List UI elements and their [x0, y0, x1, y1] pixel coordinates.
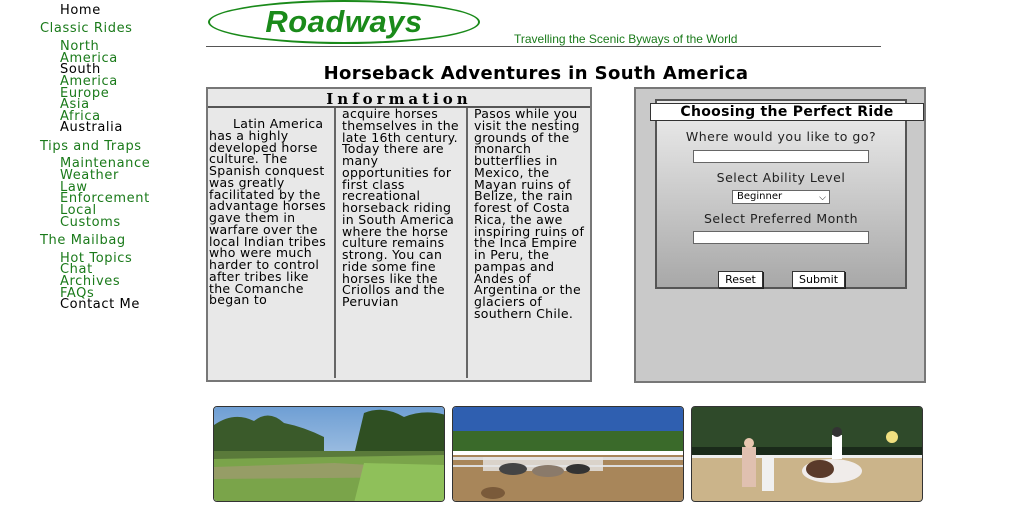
information-column-1: Latin America has a highly developed hor…	[209, 116, 327, 308]
horses-corral-photo	[452, 406, 684, 502]
nav-home[interactable]: Home	[60, 4, 101, 17]
form-title: Choosing the Perfect Ride	[650, 103, 924, 121]
where-label: Where would you like to go?	[685, 129, 877, 144]
tagline: Travelling the Scenic Byways of the Worl…	[514, 32, 738, 46]
chevron-down-icon: ⌵	[819, 193, 826, 203]
month-label: Select Preferred Month	[703, 211, 859, 226]
column-divider	[334, 108, 336, 378]
field-photo-image	[214, 407, 444, 501]
logo-text: Roadways	[265, 4, 423, 39]
page-title: Horseback Adventures in South America	[323, 63, 749, 84]
riding-arena-image	[692, 407, 922, 501]
column-divider	[466, 108, 468, 378]
nav-australia[interactable]: Australia	[60, 121, 123, 134]
nav-contact-me[interactable]: Contact Me	[60, 298, 140, 311]
month-input[interactable]	[693, 231, 869, 244]
ability-level-select[interactable]: Beginner ⌵	[732, 190, 830, 204]
information-column-2: acquire horses themselves in the late 16…	[342, 108, 459, 309]
nav-classic-rides[interactable]: Classic Rides	[40, 22, 133, 35]
nav-tips-and-traps[interactable]: Tips and Traps	[40, 140, 142, 153]
information-column-3: Pasos while you visit the nesting ground…	[474, 108, 585, 321]
riding-arena-photo	[691, 406, 923, 502]
destination-input[interactable]	[693, 150, 869, 163]
header-divider	[206, 46, 881, 47]
submit-button[interactable]: Submit	[792, 271, 845, 288]
ride-chooser-panel: Choosing the Perfect Ride Where would yo…	[634, 87, 926, 383]
roadways-logo[interactable]: Roadways	[208, 0, 480, 44]
reset-button[interactable]: Reset	[718, 271, 763, 288]
nav-the-mailbag[interactable]: The Mailbag	[40, 234, 126, 247]
ability-selected-value: Beginner	[737, 191, 783, 202]
field-photo	[213, 406, 445, 502]
nav-local-customs-line2[interactable]: Customs	[60, 216, 121, 229]
horses-corral-image	[453, 407, 683, 501]
information-box: Information Latin America has a highly d…	[206, 87, 592, 382]
ride-chooser-form: Choosing the Perfect Ride Where would yo…	[650, 99, 924, 289]
ability-label: Select Ability Level	[716, 170, 846, 185]
